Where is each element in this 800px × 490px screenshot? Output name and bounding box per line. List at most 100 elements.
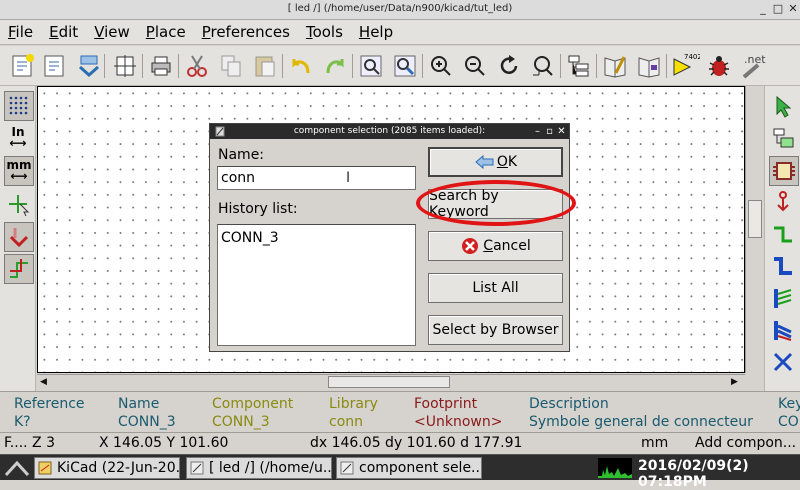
zoom-out-button[interactable]	[460, 51, 490, 81]
status-units: mm	[641, 435, 669, 451]
redo-button[interactable]	[320, 51, 350, 81]
annotate-button[interactable]: 7402	[670, 51, 700, 81]
copy-button[interactable]	[216, 51, 246, 81]
scissors-icon	[187, 55, 207, 77]
dialog-maximize-icon[interactable]: ▫	[544, 124, 555, 139]
cancel-button[interactable]: Cancel	[428, 231, 563, 261]
taskbar: KiCad (22-Jun-20... [ led /] (/home/u...…	[0, 454, 800, 490]
menu-help[interactable]: Help	[351, 20, 401, 45]
new-schematic-button[interactable]	[8, 51, 38, 81]
zoom-in-button[interactable]	[426, 51, 456, 81]
library-editor-button[interactable]	[600, 51, 630, 81]
select-by-browser-button[interactable]: Select by Browser	[428, 315, 563, 345]
name-label: Name:	[218, 147, 265, 163]
redraw-button[interactable]	[494, 51, 524, 81]
menu-view[interactable]: View	[86, 20, 138, 45]
units-mm-button[interactable]: mm ⟷	[4, 156, 34, 186]
annotate-icon: 7402	[673, 53, 700, 76]
find-button[interactable]	[356, 51, 386, 81]
msg-value: Symbole general de connecteur	[529, 414, 753, 430]
task-label: KiCad (22-Jun-20...	[57, 460, 180, 476]
paste-button[interactable]	[250, 51, 280, 81]
open-schematic-button[interactable]	[40, 51, 70, 81]
netlist-button[interactable]: .net	[738, 51, 768, 81]
window-title: [ led /] (/home/user/Data/n900/kicad/tut…	[287, 3, 513, 14]
toolbar-separator	[142, 54, 143, 78]
msg-header: Description	[529, 396, 609, 412]
msg-col-component: Component CONN_3	[212, 395, 293, 431]
print-button[interactable]	[146, 51, 176, 81]
menu-mnemonic: P	[145, 22, 155, 41]
status-mode: Add compon...	[695, 435, 797, 451]
find-icon	[360, 55, 382, 77]
name-input[interactable]: conn I	[217, 166, 416, 190]
scroll-right-icon[interactable]: ▶	[731, 377, 738, 387]
hierarchy-navigator-button[interactable]	[564, 51, 594, 81]
ok-label: K	[507, 154, 518, 170]
minimize-icon[interactable]: _	[756, 2, 770, 16]
redo-icon	[326, 59, 344, 74]
dialog-close-icon[interactable]: ✕	[556, 124, 567, 139]
menu-tools[interactable]: Tools	[298, 20, 351, 45]
list-all-button[interactable]: List All	[428, 273, 563, 303]
save-button[interactable]	[74, 51, 104, 81]
select-tool-button[interactable]	[769, 92, 797, 120]
cpu-load-graph	[598, 458, 632, 478]
kicad-app-icon	[38, 461, 52, 475]
name-input-value: conn	[221, 170, 256, 186]
ok-button[interactable]: OK	[428, 147, 563, 177]
msg-value: conn	[329, 414, 364, 430]
undo-button[interactable]	[286, 51, 316, 81]
cut-button[interactable]	[182, 51, 212, 81]
page-settings-button[interactable]	[110, 51, 140, 81]
history-list[interactable]: CONN_3	[217, 224, 416, 346]
menu-label: ile	[15, 22, 34, 41]
close-icon[interactable]: ✕	[786, 2, 800, 16]
erc-button[interactable]	[704, 51, 734, 81]
find-replace-button[interactable]	[390, 51, 420, 81]
add-power-button[interactable]	[769, 188, 797, 216]
cursor-shape-button[interactable]	[4, 190, 32, 218]
menu-mnemonic: V	[94, 22, 105, 41]
dialog-minimize-icon[interactable]: –	[532, 124, 543, 139]
search-by-keyword-button[interactable]: Search by Keyword	[428, 188, 563, 220]
component-icon	[773, 162, 795, 180]
hidden-pins-button[interactable]	[4, 222, 34, 252]
task-component-selection[interactable]: component sele...	[336, 457, 482, 479]
task-eeschema[interactable]: [ led /] (/home/u...	[186, 457, 332, 479]
bus-bus-entry-button[interactable]	[769, 316, 797, 344]
msg-col-footprint: Footprint <Unknown>	[414, 395, 502, 431]
menu-label: ools	[312, 22, 343, 41]
add-bus-button[interactable]	[769, 252, 797, 280]
zoom-fit-button[interactable]	[528, 51, 558, 81]
scroll-left-icon[interactable]: ◀	[40, 377, 47, 387]
menu-file[interactable]: File	[0, 20, 41, 45]
menu-preferences[interactable]: Preferences	[194, 20, 298, 45]
status-cursor-xy: X 146.05 Y 101.60	[99, 435, 229, 451]
history-list-item[interactable]: CONN_3	[221, 230, 415, 246]
clock[interactable]: 2016/02/09(2) 07:18PM	[638, 458, 800, 490]
launcher-icon[interactable]	[4, 459, 30, 477]
no-connect-icon	[773, 352, 793, 372]
msg-header: Reference	[14, 396, 85, 412]
wire-bus-entry-button[interactable]	[769, 284, 797, 312]
bus-wire-angle-button[interactable]	[4, 254, 34, 284]
zoom-out-icon	[465, 56, 485, 76]
menu-edit[interactable]: Edit	[41, 20, 86, 45]
add-wire-button[interactable]	[769, 220, 797, 248]
no-connect-button[interactable]	[769, 348, 797, 376]
task-kicad[interactable]: KiCad (22-Jun-20...	[34, 457, 180, 479]
hierarchy-push-button[interactable]	[769, 124, 797, 152]
hidden-pins-icon	[9, 228, 29, 248]
list-all-label: List All	[472, 280, 519, 296]
horizontal-scrollbar-thumb[interactable]	[328, 376, 450, 388]
units-inch-button[interactable]: In ⟷	[4, 124, 32, 152]
menu-place[interactable]: Place	[138, 20, 194, 45]
grid-toggle-button[interactable]	[4, 91, 34, 121]
add-component-button[interactable]	[769, 156, 799, 186]
vertical-scrollbar-thumb[interactable]	[748, 200, 762, 238]
bus-icon	[774, 257, 792, 275]
msg-header: Name	[118, 396, 160, 412]
library-browser-button[interactable]	[634, 51, 664, 81]
maximize-icon[interactable]: □	[771, 2, 785, 16]
